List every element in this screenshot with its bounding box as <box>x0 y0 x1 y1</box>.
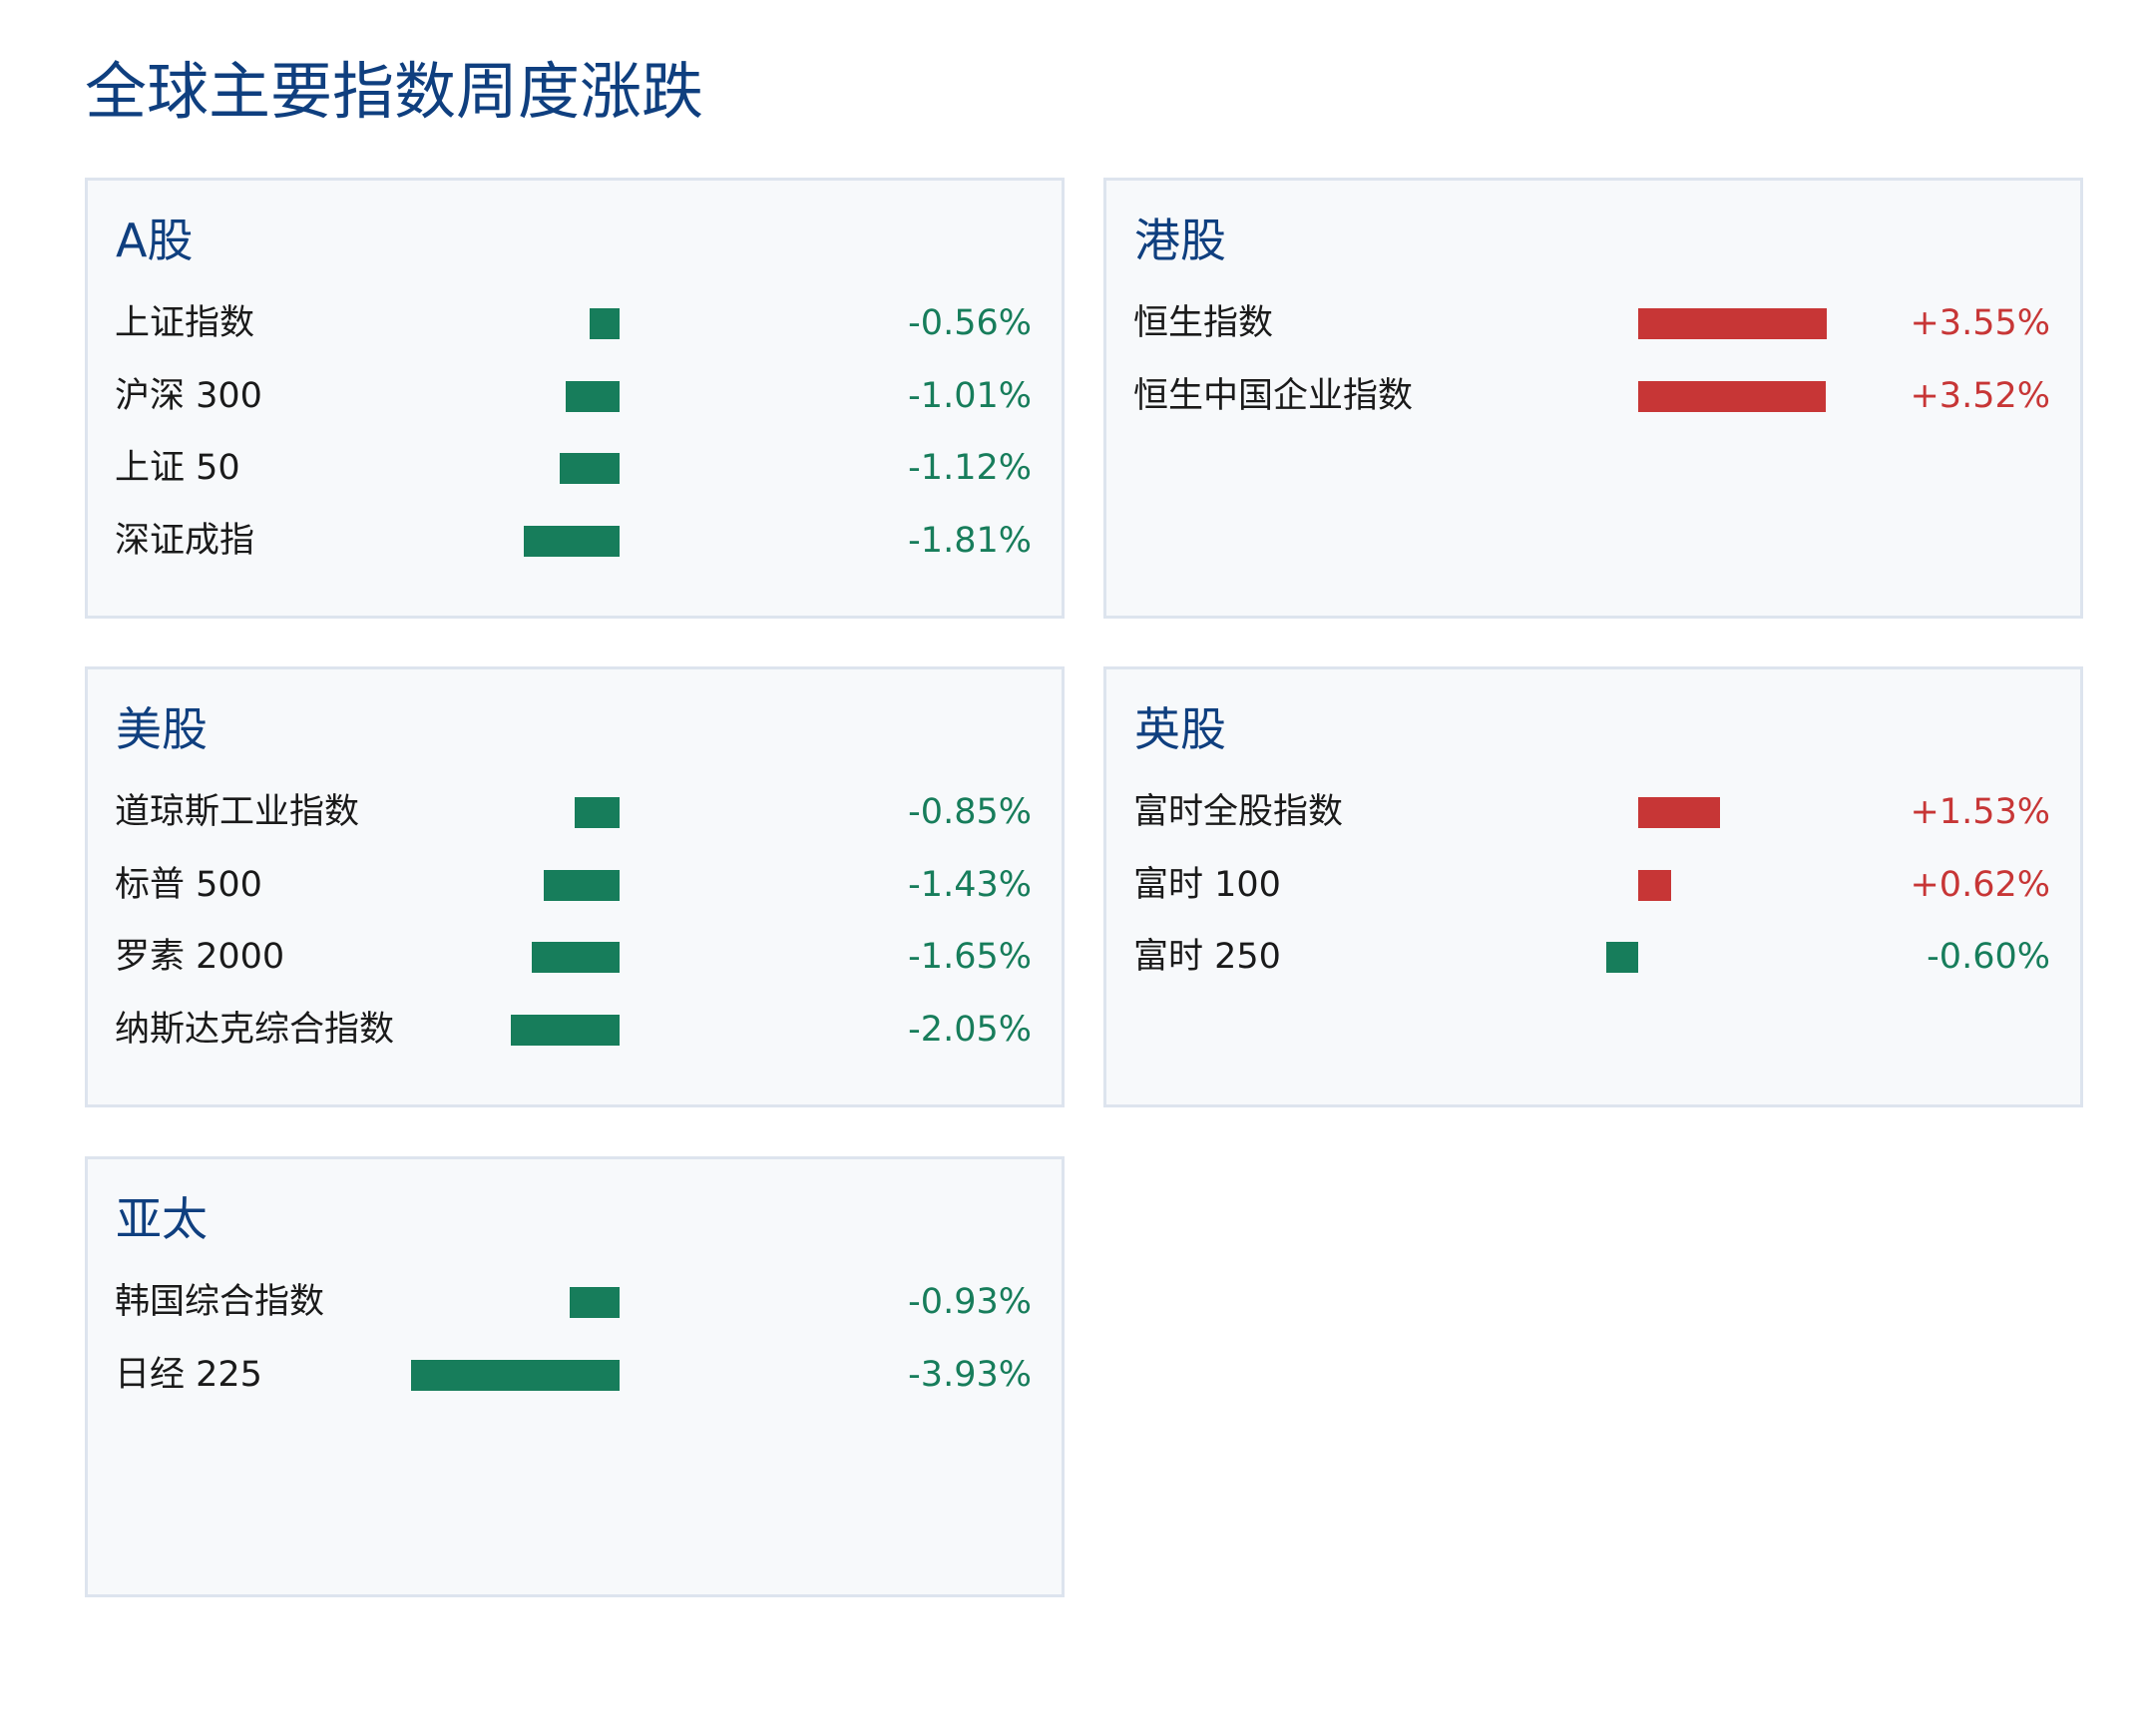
index-row: 道琼斯工业指数 -0.85% <box>88 787 1062 837</box>
index-name: 罗素 2000 <box>115 937 285 977</box>
change-bar <box>574 797 620 828</box>
index-row: 上证指数 -0.56% <box>88 298 1062 348</box>
change-bar <box>1638 380 1826 412</box>
panel: 美股道琼斯工业指数 -0.85% 标普 500 -1.43% 罗素 2000 -1.65%… <box>85 666 1065 1107</box>
change-bar <box>523 525 620 557</box>
panel: A股上证指数 -0.56% 沪深 300 -1.01% 上证 50 -1.12% 深证成指 -… <box>85 178 1065 619</box>
change-value: -2.05% <box>908 1009 1032 1050</box>
change-bar <box>1638 797 1720 828</box>
change-bar <box>510 1014 620 1046</box>
panel-title: 亚太 <box>116 1192 208 1246</box>
index-name: 富时 250 <box>1133 937 1281 977</box>
panel-title: A股 <box>116 214 194 267</box>
index-name: 恒生指数 <box>1133 303 1274 343</box>
index-name: 道琼斯工业指数 <box>115 792 360 832</box>
index-row: 富时全股指数 +1.53% <box>1106 787 2080 837</box>
change-bar <box>532 942 620 973</box>
index-name: 标普 500 <box>115 864 262 905</box>
index-name: 深证成指 <box>115 520 255 561</box>
index-name: 恒生中国企业指数 <box>1133 375 1414 416</box>
change-value: -1.65% <box>908 937 1032 977</box>
panel: 港股恒生指数 +3.55% 恒生中国企业指数 +3.52% <box>1103 178 2083 619</box>
index-row: 韩国综合指数 -0.93% <box>88 1277 1062 1327</box>
panel-title: 港股 <box>1134 214 1226 267</box>
index-name: 富时 100 <box>1133 864 1281 905</box>
panel: 亚太韩国综合指数 -0.93% 日经 225 -3.93% <box>85 1156 1065 1597</box>
index-row: 富时 100 +0.62% <box>1106 860 2080 910</box>
page-title: 全球主要指数周度涨跌 <box>85 55 704 128</box>
panel-title: 美股 <box>116 702 208 756</box>
change-bar <box>1638 308 1828 339</box>
index-name: 纳斯达克综合指数 <box>115 1009 395 1050</box>
change-value: +1.53% <box>1910 792 2050 832</box>
change-value: -1.01% <box>908 375 1032 416</box>
change-value: +3.55% <box>1910 303 2050 343</box>
change-value: +3.52% <box>1910 375 2050 416</box>
index-row: 上证 50 -1.12% <box>88 443 1062 493</box>
change-bar <box>590 308 620 339</box>
change-bar <box>410 1359 620 1391</box>
change-bar <box>543 869 620 901</box>
index-row: 富时 250 -0.60% <box>1106 932 2080 982</box>
index-name: 沪深 300 <box>115 375 262 416</box>
index-name: 富时全股指数 <box>1133 792 1344 832</box>
index-row: 深证成指 -1.81% <box>88 516 1062 566</box>
change-value: -1.81% <box>908 520 1032 561</box>
change-value: -0.56% <box>908 303 1032 343</box>
change-value: -3.93% <box>908 1354 1032 1395</box>
panel-title: 英股 <box>1134 702 1226 756</box>
change-value: -1.12% <box>908 448 1032 488</box>
change-value: -1.43% <box>908 864 1032 905</box>
change-bar <box>566 380 620 412</box>
index-row: 罗素 2000 -1.65% <box>88 932 1062 982</box>
index-row: 恒生中国企业指数 +3.52% <box>1106 371 2080 421</box>
change-bar <box>570 1287 620 1318</box>
change-value: -0.60% <box>1927 937 2050 977</box>
change-value: +0.62% <box>1910 864 2050 905</box>
index-name: 上证 50 <box>115 448 240 488</box>
index-row: 纳斯达克综合指数 -2.05% <box>88 1005 1062 1055</box>
index-name: 韩国综合指数 <box>115 1282 325 1322</box>
change-bar <box>1606 942 1638 973</box>
index-name: 上证指数 <box>115 303 255 343</box>
change-value: -0.85% <box>908 792 1032 832</box>
change-value: -0.93% <box>908 1282 1032 1322</box>
panel: 英股富时全股指数 +1.53% 富时 100 +0.62% 富时 250 -0.60% <box>1103 666 2083 1107</box>
index-row: 恒生指数 +3.55% <box>1106 298 2080 348</box>
change-bar <box>560 453 620 484</box>
index-name: 日经 225 <box>115 1354 262 1395</box>
index-row: 标普 500 -1.43% <box>88 860 1062 910</box>
index-row: 日经 225 -3.93% <box>88 1350 1062 1400</box>
change-bar <box>1638 869 1672 901</box>
index-row: 沪深 300 -1.01% <box>88 371 1062 421</box>
